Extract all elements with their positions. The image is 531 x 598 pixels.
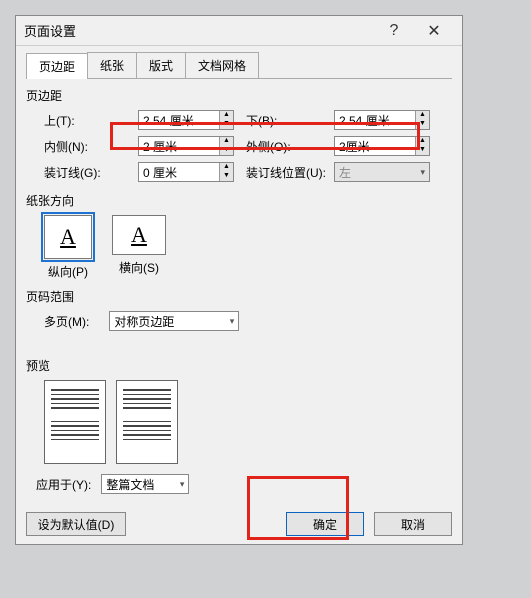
tab-layout[interactable]: 版式 [136,52,186,78]
inner-spin[interactable]: ▲▼ [138,136,234,156]
margins-section-label: 页边距 [26,87,452,104]
portrait-label: 纵向(P) [44,263,92,280]
close-button[interactable]: ✕ [414,21,454,41]
bottom-input[interactable] [335,111,415,129]
gutterpos-value: 左 [339,164,351,181]
chevron-down-icon: ▾ [230,316,235,327]
portrait-option[interactable]: A 纵向(P) [44,215,92,280]
inner-label: 内侧(N): [44,138,130,155]
apply-label: 应用于(Y): [36,476,91,493]
apply-combo[interactable]: 整篇文档 ▾ [101,474,189,494]
chevron-down-icon: ▾ [180,479,185,490]
inner-input[interactable] [139,137,219,155]
gutter-spin-buttons[interactable]: ▲▼ [219,163,233,181]
help-button[interactable]: ? [374,22,414,40]
top-spin-buttons[interactable]: ▲▼ [219,111,233,129]
multipage-value: 对称页边距 [114,313,174,330]
inner-spin-buttons[interactable]: ▲▼ [219,137,233,155]
dialog-content: 页边距 纸张 版式 文档网格 页边距 上(T): ▲▼ 下(B): ▲▼ 内侧(… [16,46,462,504]
gutter-input[interactable] [139,163,219,181]
dialog-footer: 设为默认值(D) 确定 取消 [16,504,462,544]
bottom-spin[interactable]: ▲▼ [334,110,430,130]
page-setup-dialog: 页面设置 ? ✕ 页边距 纸张 版式 文档网格 页边距 上(T): ▲▼ 下(B… [15,15,463,545]
tab-bar: 页边距 纸张 版式 文档网格 [26,52,452,79]
multipage-combo[interactable]: 对称页边距 ▾ [109,311,239,331]
outer-label: 外侧(O): [246,138,326,155]
chevron-down-icon: ▾ [420,167,425,178]
gutterpos-combo: 左▾ [334,162,430,182]
ok-button[interactable]: 确定 [286,512,364,536]
apply-row: 应用于(Y): 整篇文档 ▾ [36,474,452,494]
preview-area [44,380,452,464]
preview-page-left [44,380,106,464]
gutter-label: 装订线(G): [44,164,130,181]
titlebar: 页面设置 ? ✕ [16,16,462,46]
top-label: 上(T): [44,112,130,129]
bottom-spin-buttons[interactable]: ▲▼ [415,111,429,129]
landscape-label: 横向(S) [112,259,166,276]
top-spin[interactable]: ▲▼ [138,110,234,130]
tab-docgrid[interactable]: 文档网格 [185,52,259,78]
gutterpos-label: 装订线位置(U): [246,164,326,181]
landscape-option[interactable]: A 横向(S) [112,215,166,280]
outer-spin[interactable]: ▲▼ [334,136,430,156]
outer-spin-buttons[interactable]: ▲▼ [415,137,429,155]
tab-margins[interactable]: 页边距 [26,53,88,79]
pagerange-section-label: 页码范围 [26,288,452,305]
portrait-icon: A [44,215,92,259]
bottom-label: 下(B): [246,112,326,129]
outer-input[interactable] [335,137,415,155]
preview-page-right [116,380,178,464]
margins-grid: 上(T): ▲▼ 下(B): ▲▼ 内侧(N): ▲▼ 外侧(O): ▲▼ 装订… [44,110,452,182]
preview-section-label: 预览 [26,357,452,374]
multipage-label: 多页(M): [44,313,89,330]
gutter-spin[interactable]: ▲▼ [138,162,234,182]
landscape-icon: A [112,215,166,255]
tab-paper[interactable]: 纸张 [87,52,137,78]
apply-value: 整篇文档 [106,476,154,493]
cancel-button[interactable]: 取消 [374,512,452,536]
orientation-row: A 纵向(P) A 横向(S) [44,215,452,280]
top-input[interactable] [139,111,219,129]
orientation-section-label: 纸张方向 [26,192,452,209]
dialog-title: 页面设置 [24,21,374,40]
set-default-button[interactable]: 设为默认值(D) [26,512,126,536]
